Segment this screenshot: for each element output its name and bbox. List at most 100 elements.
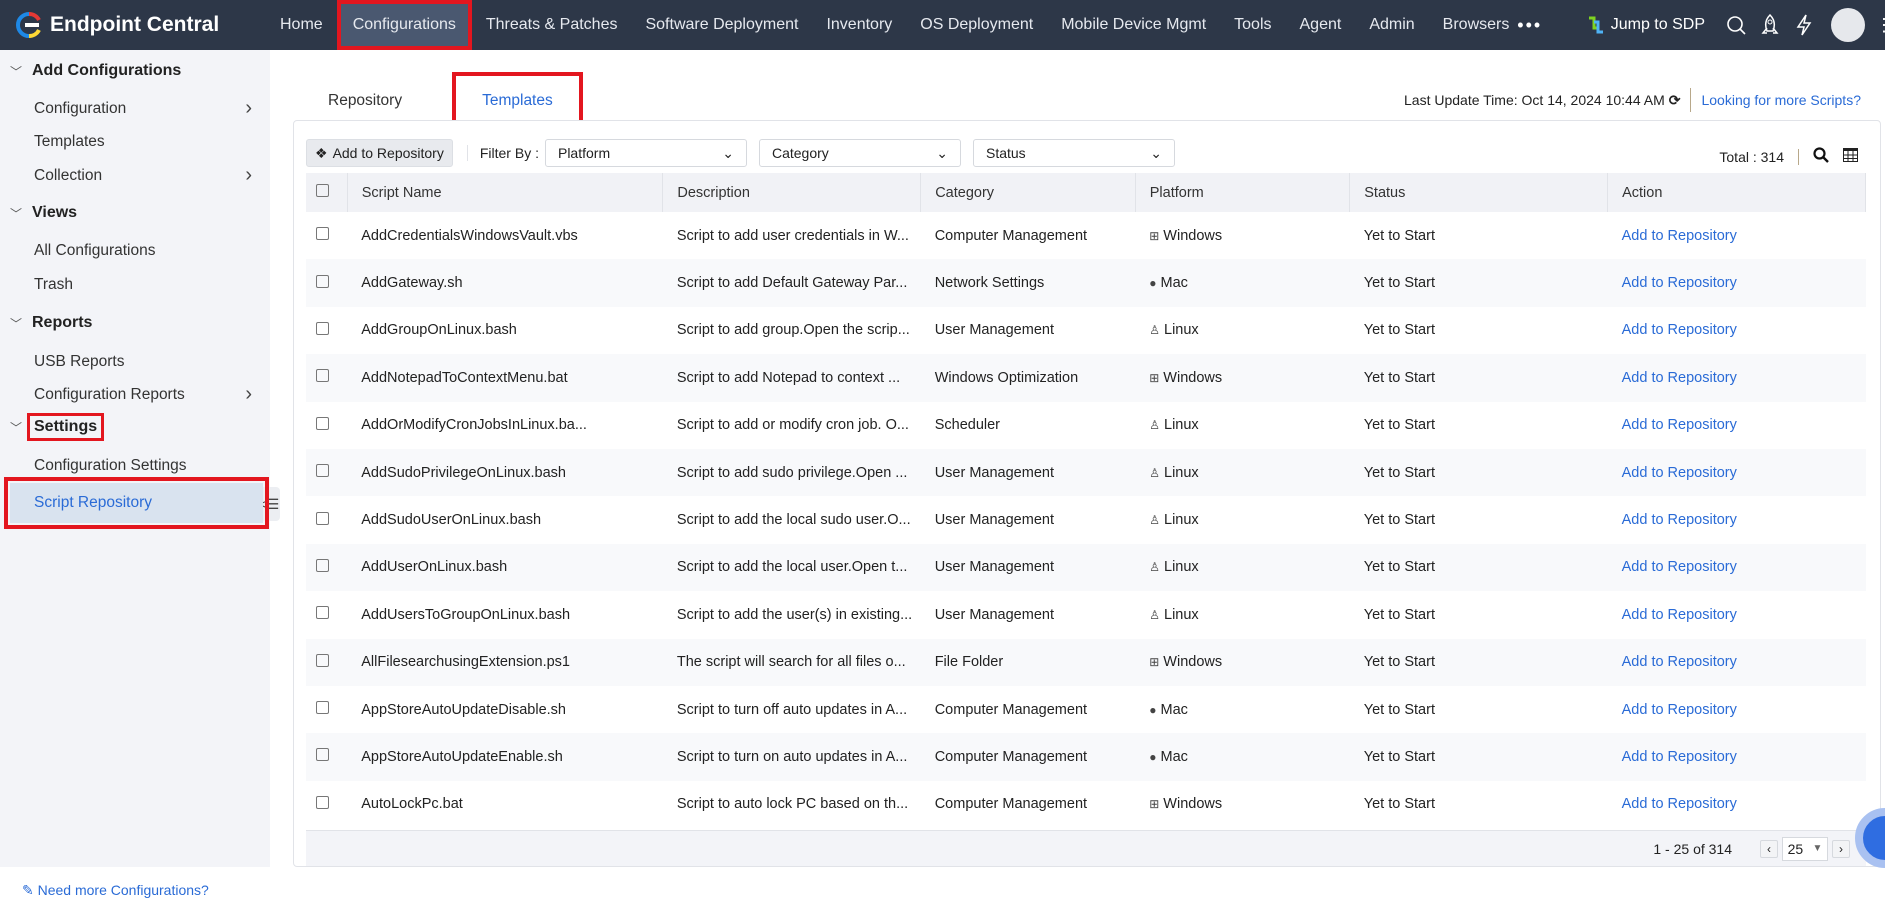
nav-threats-patches[interactable]: Threats & Patches bbox=[472, 0, 632, 50]
looking-for-more-scripts-link[interactable]: Looking for more Scripts? bbox=[1701, 92, 1861, 108]
add-to-repository-button[interactable]: ❖ Add to Repository bbox=[306, 139, 453, 167]
last-update-time: Last Update Time: Oct 14, 2024 10:44 AM bbox=[1404, 92, 1665, 108]
add-to-repository-link[interactable]: Add to Repository bbox=[1622, 512, 1737, 528]
row-checkbox[interactable] bbox=[316, 369, 329, 383]
rocket-icon[interactable] bbox=[1753, 14, 1787, 36]
apple-icon: ● bbox=[1149, 276, 1157, 291]
add-to-repository-link[interactable]: Add to Repository bbox=[1622, 465, 1737, 481]
lightning-icon[interactable] bbox=[1787, 14, 1821, 36]
row-checkbox[interactable] bbox=[316, 653, 329, 667]
cell-description: The script will search for all files o..… bbox=[662, 638, 921, 686]
column-header-description[interactable]: Description bbox=[662, 173, 922, 212]
sidebar-item-trash[interactable]: Trash bbox=[34, 276, 252, 294]
next-page-button[interactable]: › bbox=[1832, 839, 1850, 858]
cell-description: Script to add the local sudo user.O... bbox=[663, 496, 921, 543]
sidebar-item-templates[interactable]: Templates bbox=[34, 133, 252, 151]
row-checkbox[interactable] bbox=[316, 416, 329, 430]
add-to-repository-link[interactable]: Add to Repository bbox=[1622, 607, 1737, 623]
nav-home[interactable]: Home bbox=[266, 0, 337, 50]
cell-platform: ⊞ Windows bbox=[1135, 354, 1350, 402]
column-header-status[interactable]: Status bbox=[1349, 173, 1609, 212]
nav-inventory[interactable]: Inventory bbox=[812, 0, 906, 50]
cell-status: Yet to Start bbox=[1349, 448, 1608, 497]
row-checkbox[interactable] bbox=[316, 511, 329, 525]
add-to-repository-link[interactable]: Add to Repository bbox=[1622, 654, 1737, 670]
sidebar-item-collection[interactable]: Collection › bbox=[34, 165, 252, 185]
nav-software-deployment[interactable]: Software Deployment bbox=[631, 0, 812, 50]
column-header-script-name[interactable]: Script Name bbox=[347, 173, 664, 212]
cell-text: Linux bbox=[1164, 322, 1199, 339]
sidebar-item-configuration-settings[interactable]: Configuration Settings bbox=[34, 457, 252, 475]
select-all-checkbox[interactable] bbox=[316, 184, 329, 197]
row-checkbox[interactable] bbox=[316, 748, 329, 762]
nav-admin[interactable]: Admin bbox=[1355, 0, 1428, 50]
row-checkbox[interactable] bbox=[316, 464, 329, 478]
tab-templates[interactable]: Templates bbox=[452, 72, 583, 132]
column-header-action[interactable]: Action bbox=[1607, 173, 1866, 212]
add-to-repository-link[interactable]: Add to Repository bbox=[1622, 417, 1737, 433]
row-checkbox[interactable] bbox=[316, 227, 329, 241]
table-search-icon[interactable] bbox=[1813, 147, 1829, 166]
search-icon[interactable] bbox=[1719, 15, 1753, 35]
platform-filter[interactable]: Platform ⌄ bbox=[544, 139, 747, 167]
sidebar-item-script-repository[interactable]: Script Repository bbox=[4, 477, 269, 529]
status-filter[interactable]: Status ⌄ bbox=[972, 139, 1175, 167]
section-title: Add Configurations bbox=[32, 62, 182, 79]
add-to-repository-link[interactable]: Add to Repository bbox=[1622, 322, 1737, 338]
table-row: AddGateway.sh Script to add Default Gatew… bbox=[306, 259, 1866, 307]
cell-platform: ● Mac bbox=[1135, 686, 1350, 733]
cell-category: User Management bbox=[921, 307, 1136, 354]
cell-text: Linux bbox=[1164, 417, 1199, 434]
cell-platform: ♙ Linux bbox=[1135, 448, 1350, 497]
kebab-menu-icon[interactable]: ⋮ bbox=[1875, 16, 1885, 34]
column-header-platform[interactable]: Platform bbox=[1135, 173, 1351, 212]
sidebar-item-usb-reports[interactable]: USB Reports bbox=[34, 353, 252, 371]
linux-icon: ♙ bbox=[1149, 465, 1160, 480]
add-to-repository-link[interactable]: Add to Repository bbox=[1622, 559, 1737, 575]
add-to-repository-link[interactable]: Add to Repository bbox=[1622, 275, 1737, 291]
sidebar-section-views[interactable]: ﹀ Views bbox=[10, 204, 77, 222]
tab-repository[interactable]: Repository bbox=[310, 80, 420, 124]
sidebar-section-reports[interactable]: ﹀ Reports bbox=[10, 314, 92, 332]
add-to-repository-link[interactable]: Add to Repository bbox=[1622, 749, 1737, 765]
row-checkbox[interactable] bbox=[316, 606, 329, 620]
cell-text: AllFilesearchusingExtension.ps1 bbox=[361, 654, 570, 671]
cell-status: Yet to Start bbox=[1349, 259, 1608, 307]
nav-os-deployment[interactable]: OS Deployment bbox=[906, 0, 1047, 50]
more-menu-icon[interactable]: ••• bbox=[1513, 15, 1547, 36]
per-page-select[interactable]: 25 ▼ bbox=[1782, 836, 1828, 861]
cell-text: Windows Optimization bbox=[934, 369, 1079, 386]
row-checkbox[interactable] bbox=[316, 558, 329, 572]
add-to-repository-link[interactable]: Add to Repository bbox=[1622, 702, 1737, 718]
row-checkbox[interactable] bbox=[316, 701, 329, 715]
cell-action: Add to Repository bbox=[1608, 212, 1866, 259]
sidebar-item-configuration[interactable]: Configuration › bbox=[34, 98, 252, 118]
nav-mobile-device-mgmt[interactable]: Mobile Device Mgmt bbox=[1047, 0, 1220, 50]
add-to-repository-link[interactable]: Add to Repository bbox=[1622, 370, 1737, 386]
sidebar-item-configuration-reports[interactable]: Configuration Reports › bbox=[34, 384, 252, 404]
nav-agent[interactable]: Agent bbox=[1286, 0, 1356, 50]
nav-tools[interactable]: Tools bbox=[1220, 0, 1285, 50]
need-more-configurations-link[interactable]: ✎ Need more Configurations? bbox=[22, 882, 209, 899]
jump-to-sdp-button[interactable]: Jump to SDP bbox=[1587, 16, 1705, 34]
column-chooser-icon[interactable] bbox=[1843, 148, 1858, 165]
prev-page-button[interactable]: ‹ bbox=[1760, 839, 1778, 858]
category-filter[interactable]: Category ⌄ bbox=[758, 139, 961, 167]
row-checkbox[interactable] bbox=[316, 795, 329, 809]
column-header-category[interactable]: Category bbox=[920, 173, 1136, 212]
row-checkbox[interactable] bbox=[316, 321, 329, 335]
add-to-repository-link[interactable]: Add to Repository bbox=[1622, 228, 1737, 244]
cell-text: Script to add sudo privilege.Open ... bbox=[676, 464, 908, 481]
app-logo[interactable]: Endpoint Central bbox=[16, 11, 266, 39]
sidebar-section-add-configurations[interactable]: ﹀ Add Configurations bbox=[10, 62, 181, 80]
nav-configurations[interactable]: Configurations bbox=[336, 0, 472, 50]
nav-browsers[interactable]: Browsers bbox=[1429, 0, 1524, 50]
sidebar-item-all-configurations[interactable]: All Configurations bbox=[34, 242, 252, 260]
refresh-icon[interactable]: ⟳ bbox=[1669, 92, 1681, 109]
user-avatar[interactable] bbox=[1831, 8, 1865, 42]
row-checkbox[interactable] bbox=[316, 274, 329, 288]
cell-action: Add to Repository bbox=[1608, 781, 1866, 828]
cell-description: Script to turn on auto updates in A... bbox=[662, 733, 921, 781]
sidebar-section-settings[interactable]: ﹀ Settings bbox=[10, 413, 105, 441]
add-to-repository-link[interactable]: Add to Repository bbox=[1622, 796, 1737, 812]
